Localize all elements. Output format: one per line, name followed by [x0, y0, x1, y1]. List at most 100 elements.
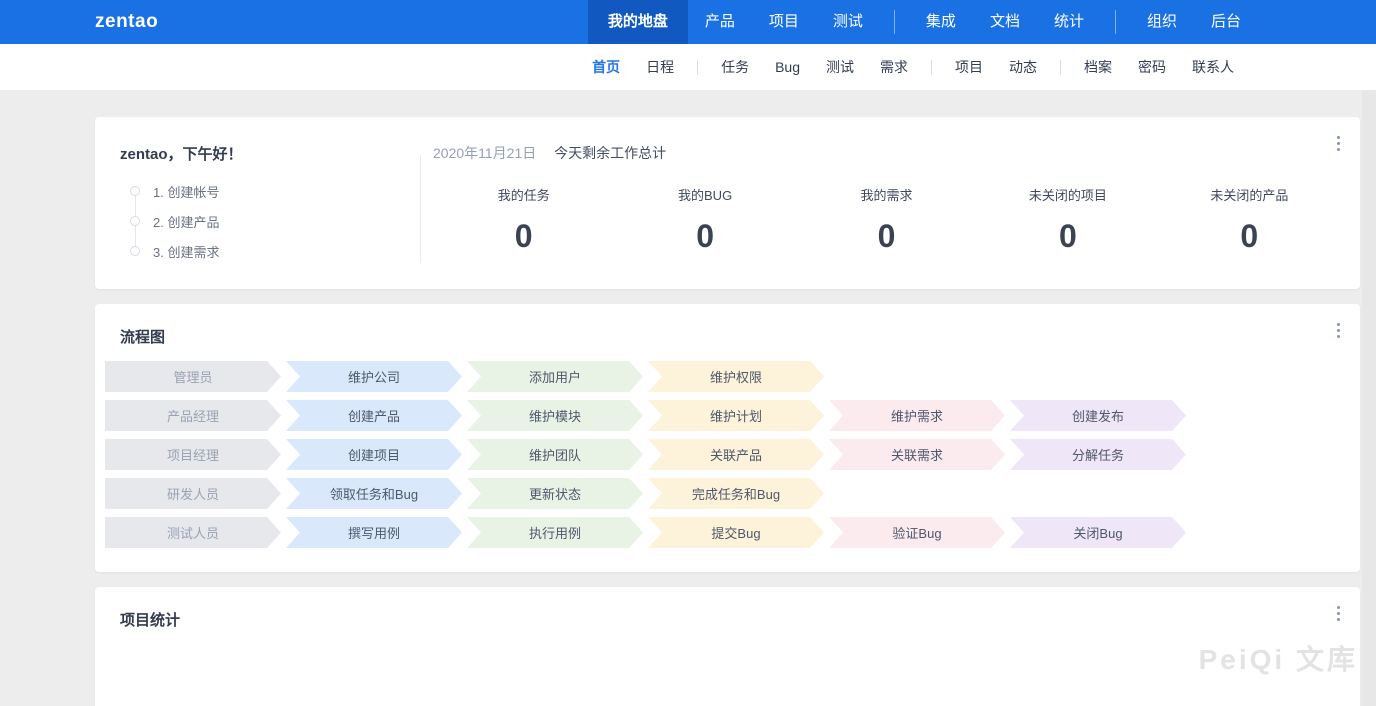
stat-我的BUG[interactable]: 我的BUG 0 [614, 177, 795, 255]
subnav-item-档案[interactable]: 档案 [1071, 44, 1125, 90]
subnav-item-密码[interactable]: 密码 [1125, 44, 1179, 90]
welcome-card: zentao，下午好！ 1. 创建帐号 2. 创建产品 3. 创建需求 2020年1… [95, 117, 1360, 289]
top-navbar: zentao 我的地盘产品项目测试集成文档统计组织后台 [0, 0, 1376, 44]
flow-step-创建产品[interactable]: 创建产品 [286, 400, 462, 431]
sub-navbar: 首页日程任务Bug测试需求项目动态档案密码联系人 [0, 44, 1376, 90]
subnav-item-首页[interactable]: 首页 [579, 44, 633, 90]
summary-label: 今天剩余工作总计 [554, 145, 666, 161]
greeting-text: zentao，下午好！ [120, 143, 420, 164]
nav-divider [1115, 10, 1116, 34]
nav-item-文档[interactable]: 文档 [973, 0, 1037, 44]
current-date: 2020年11月21日 [433, 145, 536, 161]
date-row: 2020年11月21日 今天剩余工作总计 [433, 143, 1340, 163]
nav-item-产品[interactable]: 产品 [688, 0, 752, 44]
onboarding-steps: 1. 创建帐号 2. 创建产品 3. 创建需求 [130, 176, 420, 266]
stat-label: 未关闭的产品 [1159, 185, 1340, 204]
nav-item-集成[interactable]: 集成 [909, 0, 973, 44]
app-logo: zentao [95, 0, 158, 44]
flow-step-关闭Bug[interactable]: 关闭Bug [1010, 517, 1186, 548]
page-scrollbar[interactable] [1362, 90, 1376, 706]
flow-step-关联需求[interactable]: 关联需求 [829, 439, 1005, 470]
stat-value: 0 [977, 218, 1158, 255]
flow-step-添加用户[interactable]: 添加用户 [467, 361, 643, 392]
nav-item-我的地盘[interactable]: 我的地盘 [588, 0, 688, 44]
step-label: 2. 创建产品 [153, 212, 219, 231]
step-circle-icon [130, 216, 140, 226]
flow-rows: 管理员维护公司添加用户维护权限产品经理创建产品维护模块维护计划维护需求创建发布项… [95, 347, 1360, 548]
stat-label: 我的需求 [796, 185, 977, 204]
flow-step-创建项目[interactable]: 创建项目 [286, 439, 462, 470]
stat-label: 未关闭的项目 [977, 185, 1158, 204]
flow-step-维护计划[interactable]: 维护计划 [648, 400, 824, 431]
flow-step-执行用例[interactable]: 执行用例 [467, 517, 643, 548]
welcome-right: 2020年11月21日 今天剩余工作总计 我的任务0我的BUG0我的需求0未关闭… [421, 143, 1360, 269]
stat-我的任务[interactable]: 我的任务 0 [433, 177, 614, 255]
step-label: 3. 创建需求 [153, 242, 219, 261]
subnav-item-需求[interactable]: 需求 [867, 44, 921, 90]
stat-未关闭的项目[interactable]: 未关闭的项目 0 [977, 177, 1158, 255]
subnav-divider [1060, 60, 1061, 75]
stat-label: 我的BUG [614, 185, 795, 204]
nav-item-后台[interactable]: 后台 [1194, 0, 1258, 44]
stat-value: 0 [1159, 218, 1340, 255]
stat-我的需求[interactable]: 我的需求 0 [796, 177, 977, 255]
flow-step-撰写用例[interactable]: 撰写用例 [286, 517, 462, 548]
nav-item-组织[interactable]: 组织 [1130, 0, 1194, 44]
step-label: 1. 创建帐号 [153, 182, 219, 201]
flow-step-维护公司[interactable]: 维护公司 [286, 361, 462, 392]
project-stats-title: 项目统计 [95, 605, 1360, 630]
flow-role-研发人员: 研发人员 [105, 478, 281, 509]
stat-value: 0 [796, 218, 977, 255]
flow-row: 测试人员撰写用例执行用例提交Bug验证Bug关闭Bug [105, 517, 1352, 548]
nav-item-统计[interactable]: 统计 [1037, 0, 1101, 44]
subnav-item-日程[interactable]: 日程 [633, 44, 687, 90]
flow-step-维护模块[interactable]: 维护模块 [467, 400, 643, 431]
main-menu: 我的地盘产品项目测试集成文档统计组织后台 [588, 0, 1258, 44]
flow-step-关联产品[interactable]: 关联产品 [648, 439, 824, 470]
today-stats: 我的任务0我的BUG0我的需求0未关闭的项目0未关闭的产品0 [433, 177, 1340, 255]
project-stats-card-more-icon[interactable] [1333, 602, 1344, 625]
flow-step-维护权限[interactable]: 维护权限 [648, 361, 824, 392]
flowchart-title: 流程图 [95, 322, 1360, 347]
flow-step-创建发布[interactable]: 创建发布 [1010, 400, 1186, 431]
flow-row: 产品经理创建产品维护模块维护计划维护需求创建发布 [105, 400, 1352, 431]
stat-value: 0 [614, 218, 795, 255]
flow-step-分解任务[interactable]: 分解任务 [1010, 439, 1186, 470]
flow-step-领取任务和Bug[interactable]: 领取任务和Bug [286, 478, 462, 509]
subnav-item-动态[interactable]: 动态 [996, 44, 1050, 90]
flow-step-验证Bug[interactable]: 验证Bug [829, 517, 1005, 548]
flow-row: 项目经理创建项目维护团队关联产品关联需求分解任务 [105, 439, 1352, 470]
flow-row: 研发人员领取任务和Bug更新状态完成任务和Bug [105, 478, 1352, 509]
onboarding-step-3[interactable]: 3. 创建需求 [130, 236, 420, 266]
stat-value: 0 [433, 218, 614, 255]
flow-step-更新状态[interactable]: 更新状态 [467, 478, 643, 509]
flow-role-管理员: 管理员 [105, 361, 281, 392]
nav-divider [894, 10, 895, 34]
flow-role-测试人员: 测试人员 [105, 517, 281, 548]
welcome-left: zentao，下午好！ 1. 创建帐号 2. 创建产品 3. 创建需求 [95, 143, 420, 269]
flow-step-提交Bug[interactable]: 提交Bug [648, 517, 824, 548]
subnav-item-项目[interactable]: 项目 [942, 44, 996, 90]
flow-step-维护团队[interactable]: 维护团队 [467, 439, 643, 470]
subnav-item-测试[interactable]: 测试 [813, 44, 867, 90]
flow-step-维护需求[interactable]: 维护需求 [829, 400, 1005, 431]
flow-row: 管理员维护公司添加用户维护权限 [105, 361, 1352, 392]
flow-step-完成任务和Bug[interactable]: 完成任务和Bug [648, 478, 824, 509]
flowchart-card: 流程图 管理员维护公司添加用户维护权限产品经理创建产品维护模块维护计划维护需求创… [95, 304, 1360, 572]
flow-role-项目经理: 项目经理 [105, 439, 281, 470]
nav-item-项目[interactable]: 项目 [752, 0, 816, 44]
subnav-item-Bug[interactable]: Bug [762, 44, 813, 90]
project-stats-card: 项目统计 当前统计类型下暂无数据 [95, 587, 1360, 706]
subnav-item-任务[interactable]: 任务 [708, 44, 762, 90]
welcome-card-more-icon[interactable] [1333, 132, 1344, 155]
flow-role-产品经理: 产品经理 [105, 400, 281, 431]
step-circle-icon [130, 186, 140, 196]
flowchart-card-more-icon[interactable] [1333, 319, 1344, 342]
subnav-item-联系人[interactable]: 联系人 [1179, 44, 1247, 90]
main-content: zentao，下午好！ 1. 创建帐号 2. 创建产品 3. 创建需求 2020年1… [95, 117, 1360, 706]
nav-item-测试[interactable]: 测试 [816, 0, 880, 44]
onboarding-step-1[interactable]: 1. 创建帐号 [130, 176, 420, 206]
onboarding-step-2[interactable]: 2. 创建产品 [130, 206, 420, 236]
stat-未关闭的产品[interactable]: 未关闭的产品 0 [1159, 177, 1340, 255]
stat-label: 我的任务 [433, 185, 614, 204]
